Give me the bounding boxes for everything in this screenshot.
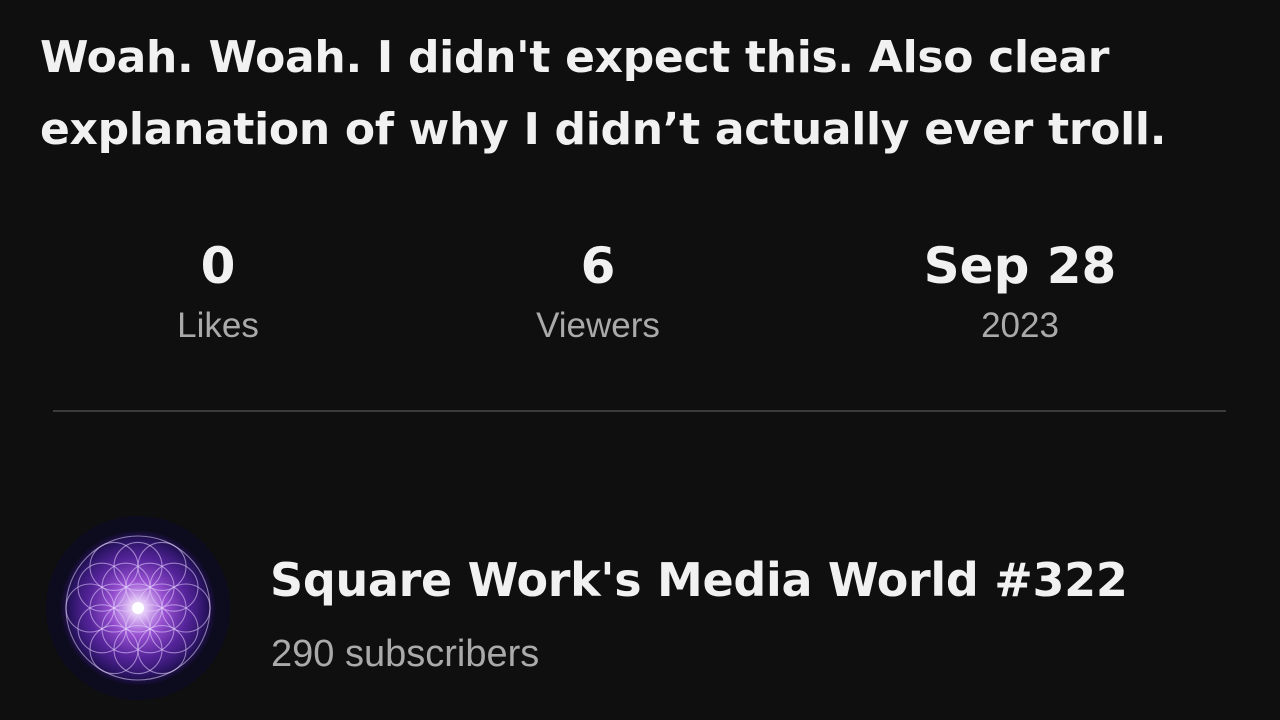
- viewers-count: 6: [580, 237, 616, 295]
- viewers-label: Viewers: [536, 306, 660, 345]
- viewers-stat: 6 Viewers: [468, 236, 728, 348]
- post-title: Woah. Woah. I didn't expect this. Also c…: [40, 32, 1167, 155]
- channel-name[interactable]: Square Work's Media World #322: [270, 548, 1128, 612]
- channel-avatar[interactable]: [46, 516, 230, 700]
- flower-of-life-icon: [46, 516, 230, 700]
- likes-count: 0: [200, 237, 236, 295]
- likes-label: Likes: [177, 306, 259, 345]
- date-month-day: Sep 28: [923, 237, 1117, 295]
- likes-stat[interactable]: 0 Likes: [88, 236, 348, 348]
- date-year: 2023: [981, 306, 1059, 345]
- divider: [53, 410, 1226, 412]
- subscriber-count: 290 subscribers: [271, 633, 540, 675]
- date-stat: Sep 28 2023: [890, 236, 1150, 348]
